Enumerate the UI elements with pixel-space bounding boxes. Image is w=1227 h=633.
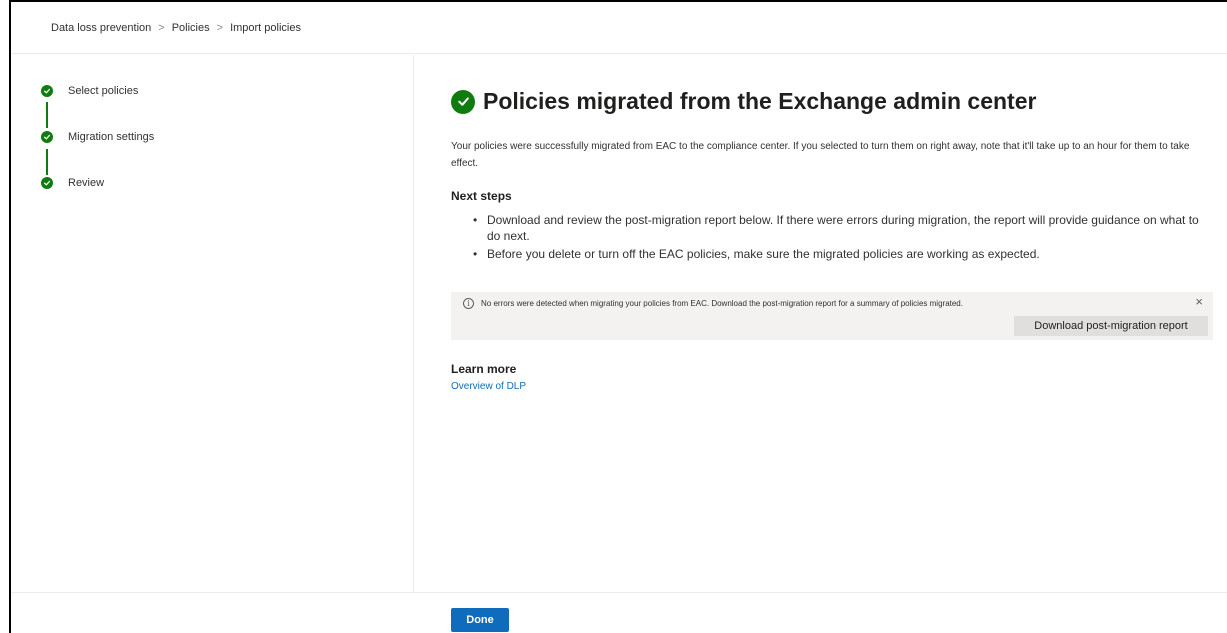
next-steps-list: Download and review the post-migration r… — [473, 212, 1215, 264]
done-button[interactable]: Done — [451, 608, 509, 632]
list-item: Before you delete or turn off the EAC po… — [473, 246, 1215, 262]
close-icon[interactable]: × — [1195, 295, 1203, 309]
step-review[interactable]: Review — [41, 177, 104, 189]
wizard-frame: Data loss prevention > Policies > Import… — [9, 0, 1227, 633]
message-text: No errors were detected when migrating y… — [481, 299, 963, 308]
success-check-icon — [451, 89, 475, 114]
footer-bar: Done — [11, 592, 1227, 633]
step-label: Migration settings — [68, 131, 155, 143]
breadcrumb-separator: > — [158, 21, 165, 34]
step-connector — [46, 149, 48, 175]
checkmark-icon — [41, 131, 53, 143]
step-migration-settings[interactable]: Migration settings — [41, 131, 154, 143]
breadcrumb-item-policies[interactable]: Policies — [172, 22, 210, 34]
download-report-button[interactable]: Download post-migration report — [1014, 316, 1208, 336]
overview-of-dlp-link[interactable]: Overview of DLP — [451, 381, 526, 392]
info-message-bar: i No errors were detected when migrating… — [451, 292, 1213, 340]
next-steps-heading: Next steps — [451, 189, 512, 203]
step-connector — [46, 102, 48, 128]
step-label: Select policies — [68, 85, 139, 97]
list-item: Download and review the post-migration r… — [473, 212, 1215, 244]
step-select-policies[interactable]: Select policies — [41, 85, 138, 97]
step-label: Review — [68, 177, 105, 189]
learn-more-heading: Learn more — [451, 362, 517, 376]
title-row: Policies migrated from the Exchange admi… — [451, 88, 1036, 115]
main-content: Policies migrated from the Exchange admi… — [451, 55, 1221, 592]
breadcrumb-separator: > — [216, 21, 224, 34]
intro-text: Your policies were successfully migrated… — [451, 141, 1190, 169]
checkmark-icon — [41, 85, 53, 97]
breadcrumb-item-import-policies: Import policies — [230, 21, 301, 34]
checkmark-icon — [41, 177, 53, 189]
page-title: Policies migrated from the Exchange admi… — [483, 88, 1037, 114]
breadcrumb: Data loss prevention > Policies > Import… — [11, 2, 1227, 54]
wizard-steps-panel: Select policies Migration settings Revie… — [11, 55, 414, 592]
breadcrumb-item-dlp[interactable]: Data loss prevention — [51, 22, 151, 34]
info-icon: i — [463, 298, 474, 309]
